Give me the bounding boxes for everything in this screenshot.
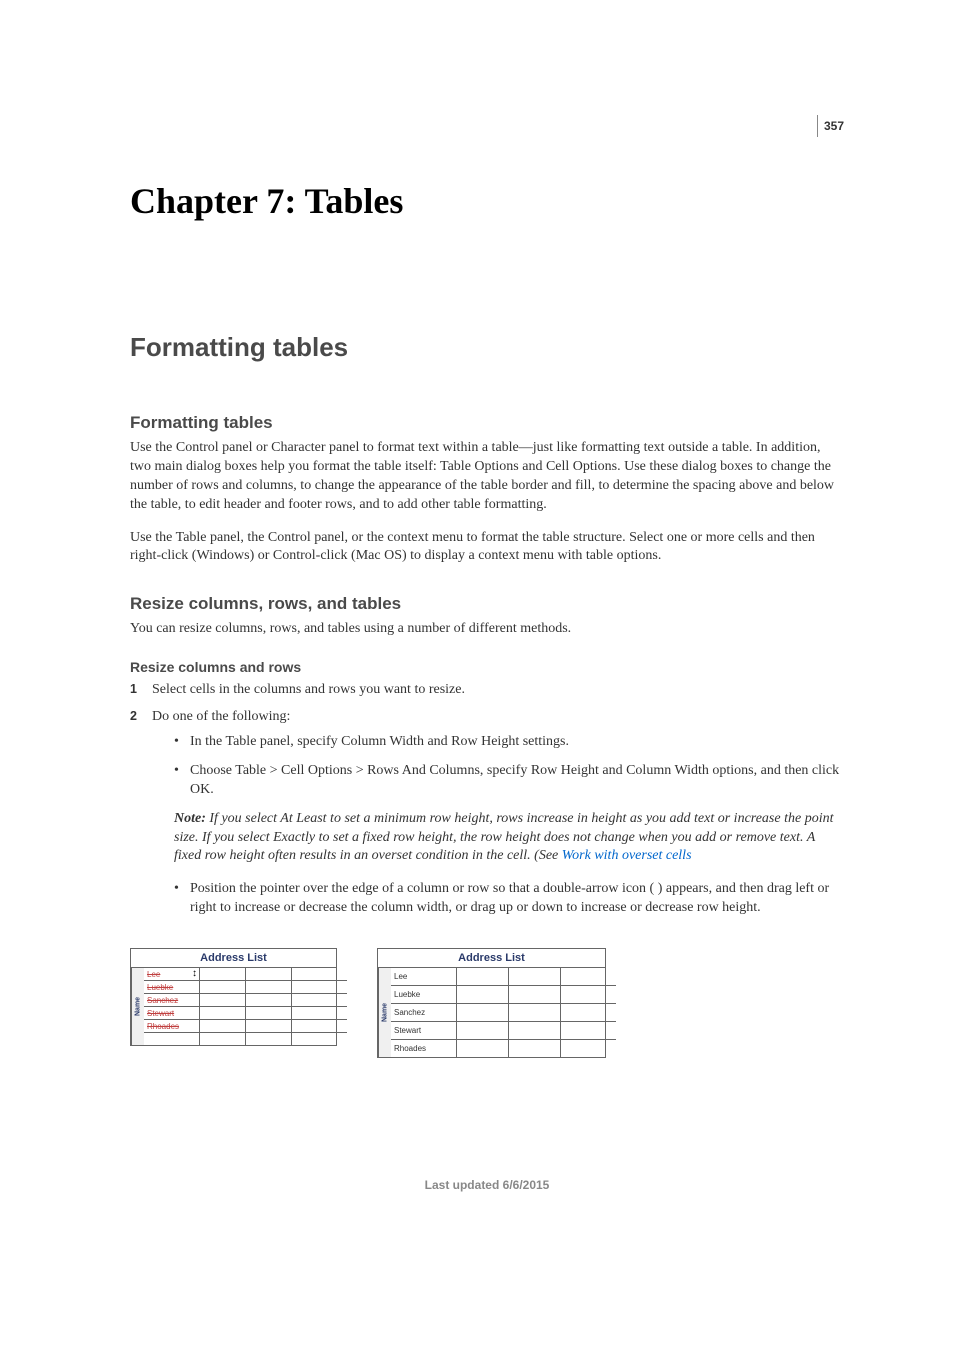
bullet-item: In the Table panel, specify Column Width…: [174, 733, 844, 752]
table-cell: Luebke: [391, 986, 457, 1003]
table-cell: Lee: [144, 968, 200, 980]
note-label: Note:: [174, 811, 209, 826]
bullet-list: In the Table panel, specify Column Width…: [174, 733, 844, 800]
note-text: If you select At Least to set a minimum …: [174, 811, 833, 864]
table-cell: Rhoades: [391, 1040, 457, 1057]
step-text: Do one of the following:: [152, 709, 290, 724]
step-item: 1 Select cells in the columns and rows y…: [130, 681, 844, 700]
illustration-table-before: Address List Name Lee Luebke Sanchez Ste…: [130, 948, 337, 1046]
bullet-item: Position the pointer over the edge of a …: [174, 880, 844, 918]
illustration-header: Address List: [131, 949, 336, 968]
illustration-side-label: Name: [378, 968, 391, 1057]
body-paragraph: Use the Table panel, the Control panel, …: [130, 529, 844, 567]
illustration-header: Address List: [378, 949, 605, 968]
body-paragraph: You can resize columns, rows, and tables…: [130, 620, 844, 639]
step-text: Select cells in the columns and rows you…: [152, 682, 465, 697]
table-cell: Sanchez: [391, 1004, 457, 1021]
step-item: 2 Do one of the following: In the Table …: [130, 708, 844, 918]
step-number: 1: [130, 681, 137, 698]
body-paragraph: Use the Control panel or Character panel…: [130, 439, 844, 515]
heading-formatting-tables: Formatting tables: [130, 413, 844, 433]
illustration: Address List Name Lee Luebke Sanchez Ste…: [130, 948, 844, 1058]
heading-resize-crt: Resize columns, rows, and tables: [130, 594, 844, 614]
table-cell: Stewart: [391, 1022, 457, 1039]
bullet-item: Choose Table > Cell Options > Rows And C…: [174, 762, 844, 800]
section-title: Formatting tables: [130, 332, 844, 363]
link-overset-cells[interactable]: Work with overset cells: [562, 848, 692, 863]
page-number: 357: [817, 115, 844, 137]
table-cell: Luebke: [144, 981, 200, 993]
heading-resize-cr: Resize columns and rows: [130, 659, 844, 675]
note-paragraph: Note: If you select At Least to set a mi…: [174, 810, 844, 867]
table-cell: Stewart: [144, 1007, 200, 1019]
illustration-table-after: Address List Name Lee Luebke Sanchez Ste…: [377, 948, 606, 1058]
table-cell: Rhoades: [144, 1020, 200, 1032]
table-cell: Lee: [391, 968, 457, 985]
page-footer: Last updated 6/6/2015: [130, 1178, 844, 1192]
table-cell: Sanchez: [144, 994, 200, 1006]
bullet-list: Position the pointer over the edge of a …: [174, 880, 844, 918]
steps-list: 1 Select cells in the columns and rows y…: [130, 681, 844, 918]
illustration-side-label: Name: [131, 968, 144, 1045]
chapter-title: Chapter 7: Tables: [130, 180, 844, 222]
step-number: 2: [130, 708, 137, 725]
